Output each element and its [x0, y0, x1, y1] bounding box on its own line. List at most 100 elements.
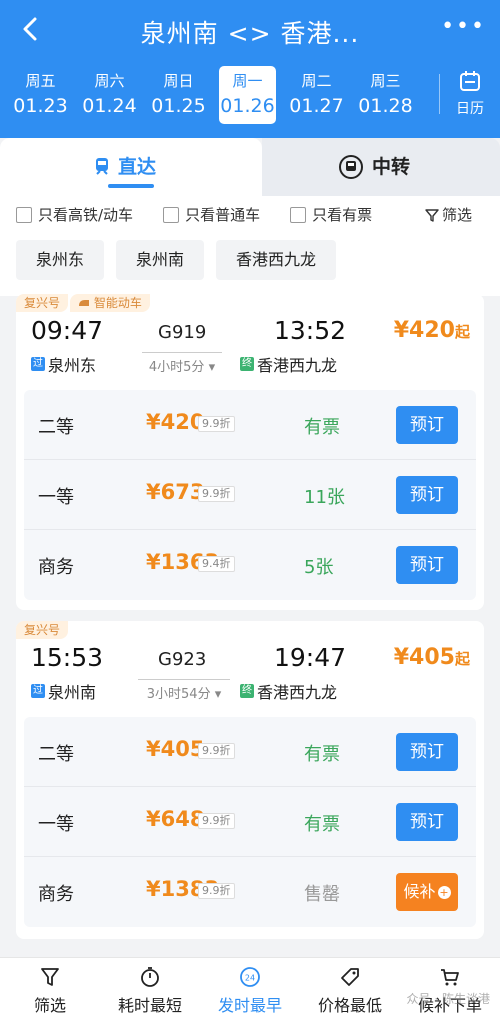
seat-row: 一等 ¥673 9.9折 11张 预订	[24, 460, 476, 530]
price-tag-icon	[341, 968, 359, 986]
arrival-time: 13:52	[274, 316, 347, 345]
train-small-icon	[79, 300, 90, 306]
checkbox-box[interactable]	[290, 206, 307, 223]
station-chips: 泉州东 泉州南 香港西九龙	[16, 240, 348, 280]
train-card[interactable]: 复兴号 智能动车 09:47 G919 4小时5分 ▾ 13:52 ¥420起 …	[16, 294, 484, 610]
checkbox-label: 只看高铁/动车	[38, 206, 134, 224]
tag-smart-emu: 智能动车	[70, 294, 150, 312]
clock-24-icon: 24	[240, 967, 260, 987]
discount-badge: 9.4折	[198, 556, 235, 572]
arrival-time: 19:47	[274, 643, 347, 672]
pass-badge: 过	[31, 684, 45, 698]
station-chip[interactable]: 泉州南	[116, 240, 205, 280]
terminal-badge: 终	[240, 357, 254, 371]
checkbox-high-speed[interactable]: 只看高铁/动车	[16, 204, 133, 225]
nav-label: 价格最低	[317, 996, 382, 1015]
seat-class: 一等	[38, 487, 74, 508]
seat-price: ¥420	[146, 410, 205, 434]
checkbox-normal[interactable]: 只看普通车	[163, 204, 260, 225]
date-tab[interactable]: 周五 01.23	[6, 66, 75, 124]
page-title: 泉州南 <> 香港...	[140, 19, 360, 48]
cart-icon	[441, 969, 459, 986]
seat-price: ¥648	[146, 807, 205, 831]
date-tab-selected[interactable]: 周一 01.26	[219, 66, 276, 124]
checkbox-box[interactable]	[16, 206, 32, 223]
checkbox-available[interactable]: 只看有票	[290, 204, 372, 225]
screen-label: 筛选	[441, 206, 472, 224]
departure-time: 15:53	[31, 643, 104, 672]
seat-row: 二等 ¥405 9.9折 有票 预订	[24, 717, 476, 787]
min-price: ¥420起	[393, 318, 470, 343]
min-price: ¥405起	[393, 645, 470, 670]
train-card[interactable]: 复兴号 15:53 G923 3小时54分 ▾ 19:47 ¥405起 过泉州南…	[16, 621, 484, 939]
seat-class: 一等	[38, 814, 74, 835]
seat-row: 一等 ¥648 9.9折 有票 预订	[24, 787, 476, 857]
discount-badge: 9.9折	[198, 883, 235, 899]
station-chip[interactable]: 香港西九龙	[216, 240, 337, 280]
seat-availability: 有票	[304, 744, 340, 765]
seat-availability: 有票	[304, 417, 340, 438]
svg-text:24: 24	[245, 974, 255, 983]
tab-direct-label: 直达	[118, 156, 157, 178]
nav-lowest-price[interactable]: 价格最低	[300, 958, 400, 1021]
book-button[interactable]: 预订	[396, 406, 458, 444]
duration[interactable]: 3小时54分 ▾	[138, 679, 230, 702]
discount-badge: 9.9折	[198, 486, 235, 502]
date-tab[interactable]: 周二 01.27	[282, 66, 351, 124]
seat-class: 二等	[38, 744, 74, 765]
chevron-down-icon: ▾	[208, 360, 216, 375]
checkbox-box[interactable]	[163, 206, 180, 223]
discount-badge: 9.9折	[198, 416, 235, 432]
duration[interactable]: 4小时5分 ▾	[142, 352, 222, 375]
header: 泉州南 <> 香港... ••• 周五 01.23 周六 01.24 周日 01.25…	[0, 0, 500, 150]
train-number: G919	[158, 322, 207, 343]
seat-price: ¥405	[146, 737, 205, 761]
calendar-icon	[460, 71, 480, 91]
screen-button[interactable]: 筛选	[425, 204, 472, 225]
tab-transfer[interactable]: 中转	[262, 138, 500, 196]
to-station: 终香港西九龙	[240, 683, 338, 702]
book-button[interactable]: 预订	[396, 733, 458, 771]
nav-label: 耗时最短	[117, 996, 182, 1015]
checkbox-label: 只看有票	[312, 206, 373, 224]
transfer-icon	[339, 155, 363, 179]
divider	[439, 74, 440, 114]
seat-class: 商务	[38, 884, 74, 905]
station-chip[interactable]: 泉州东	[16, 240, 105, 280]
seat-availability: 有票	[304, 814, 340, 835]
checkbox-label: 只看普通车	[185, 206, 261, 224]
terminal-badge: 终	[240, 684, 254, 698]
date-tab[interactable]: 周六 01.24	[75, 66, 144, 124]
seat-row: 二等 ¥420 9.9折 有票 预订	[24, 390, 476, 460]
from-station: 过泉州南	[31, 683, 97, 702]
seat-list: 二等 ¥420 9.9折 有票 预订 一等 ¥673 9.9折 11张 预订 商…	[24, 390, 476, 600]
date-tab[interactable]: 周日 01.25	[144, 66, 213, 124]
seat-class: 二等	[38, 417, 74, 438]
departure-time: 09:47	[31, 316, 104, 345]
train-tags: 复兴号 智能动车	[16, 294, 152, 312]
book-button[interactable]: 预订	[396, 476, 458, 514]
calendar-button[interactable]: 日历	[450, 70, 490, 118]
train-icon	[96, 158, 108, 175]
nav-shortest[interactable]: 耗时最短	[100, 958, 200, 1021]
seat-availability: 5张	[304, 557, 334, 578]
nav-label: 发时最早	[217, 996, 282, 1015]
stopwatch-icon	[141, 967, 159, 987]
date-tab[interactable]: 周三 01.28	[351, 66, 420, 124]
funnel-icon	[425, 208, 439, 222]
nav-filter[interactable]: 筛选	[0, 958, 100, 1021]
route-tabs: 直达 中转	[0, 138, 500, 196]
book-button[interactable]: 预订	[396, 546, 458, 584]
filter-checkboxes: 只看高铁/动车 只看普通车 只看有票	[16, 204, 484, 225]
waitlist-button[interactable]: 候补 +	[396, 873, 458, 911]
nav-label: 筛选	[33, 996, 66, 1015]
more-icon[interactable]: •••	[441, 14, 486, 39]
nav-earliest[interactable]: 24 发时最早	[200, 958, 300, 1021]
tab-direct[interactable]: 直达	[0, 138, 262, 196]
tab-indicator	[108, 184, 154, 188]
book-button[interactable]: 预订	[396, 803, 458, 841]
train-tags: 复兴号	[16, 621, 70, 639]
filter-icon	[41, 968, 59, 986]
pass-badge: 过	[31, 357, 45, 371]
train-number: G923	[158, 649, 207, 670]
